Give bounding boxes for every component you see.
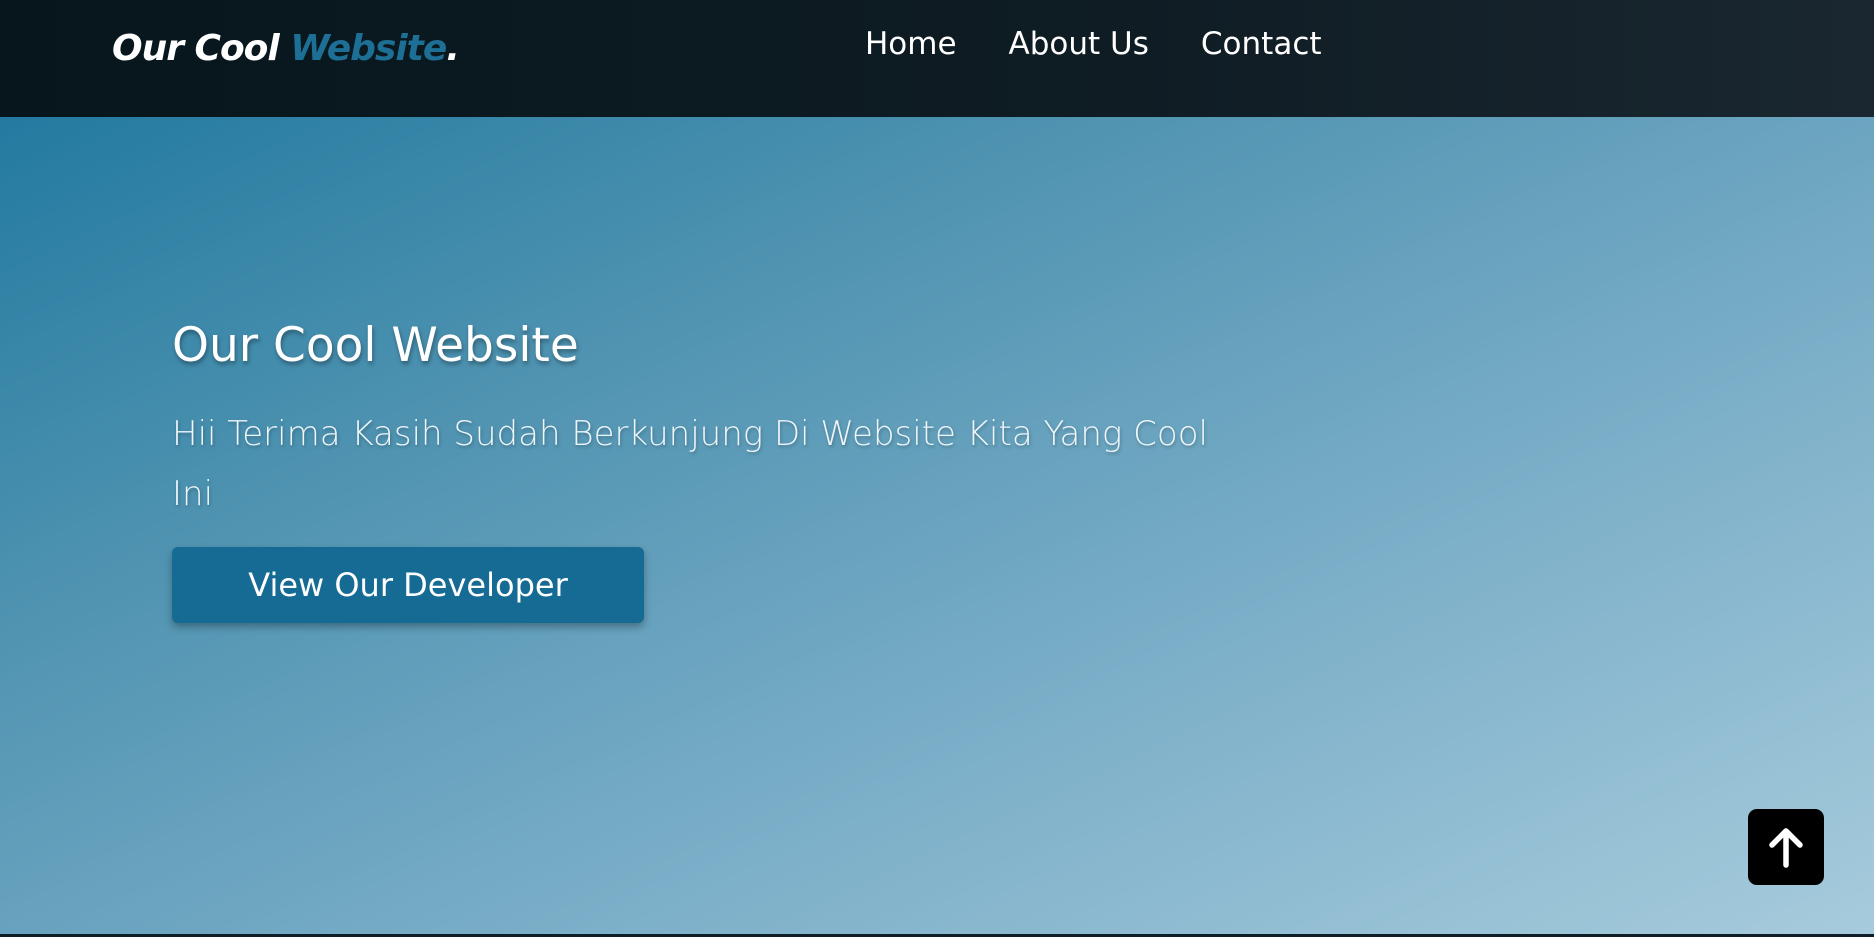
back-to-top-button[interactable] [1748, 809, 1824, 885]
hero-subtitle: Hii Terima Kasih Sudah Berkunjung Di Web… [172, 414, 1208, 514]
nav-link-contact[interactable]: Contact [1201, 26, 1322, 62]
view-developer-button[interactable]: View Our Developer [172, 547, 644, 623]
page: Our Cool Website. Home About Us Contact … [0, 0, 1874, 937]
arrow-up-icon [1769, 828, 1803, 868]
nav-link-about-us[interactable]: About Us [1009, 26, 1149, 62]
logo-main-text: Our Cool [112, 28, 280, 69]
navbar: Our Cool Website. Home About Us Contact [0, 0, 1874, 117]
main-nav: Home About Us Contact [865, 26, 1322, 62]
logo-accent-text: Website [290, 28, 447, 69]
hero-section [0, 117, 1874, 934]
hero-title: Our Cool Website [172, 318, 579, 373]
logo-dot: . [446, 28, 460, 69]
nav-link-home[interactable]: Home [865, 26, 957, 62]
site-logo[interactable]: Our Cool Website. [112, 28, 460, 69]
